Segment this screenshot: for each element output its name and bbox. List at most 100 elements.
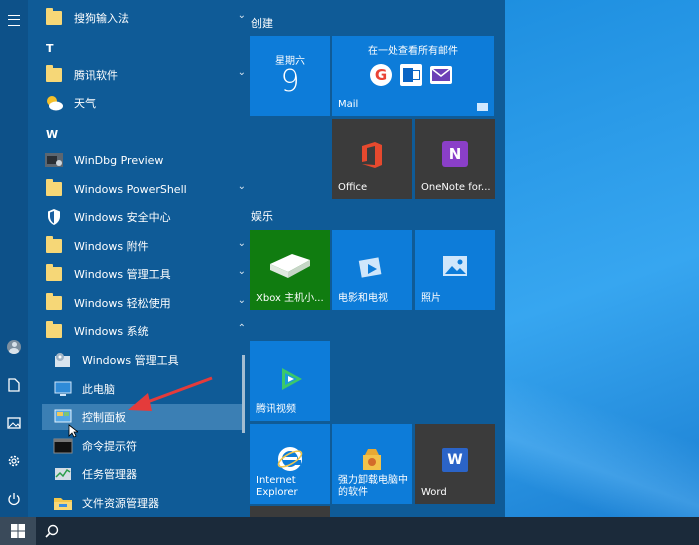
chevron-down-icon: ⌄	[237, 266, 246, 277]
search-button[interactable]	[36, 517, 68, 545]
tile-mail[interactable]: 在一处查看所有邮件 G Mail	[332, 36, 494, 116]
task-manager-icon	[52, 463, 74, 485]
start-button[interactable]	[0, 517, 36, 545]
tile-label: Xbox 主机小...	[256, 293, 324, 304]
documents-button[interactable]	[0, 371, 28, 399]
app-label: 控制面板	[82, 411, 126, 424]
xbox-console-icon	[270, 254, 310, 278]
app-label: Windows 管理工具	[82, 354, 179, 367]
tile-internet-explorer[interactable]: Internet Explorer	[250, 424, 330, 504]
tile-label: 电影和电视	[338, 293, 388, 304]
computer-icon	[52, 378, 74, 400]
tile-label: Word	[421, 487, 447, 498]
sub-file-explorer[interactable]: 文件资源管理器	[42, 490, 242, 516]
tile-word[interactable]: W Word	[415, 424, 495, 504]
app-label: 搜狗输入法	[74, 12, 129, 25]
folder-icon	[44, 293, 64, 313]
folder-icon	[44, 179, 64, 199]
app-sogou[interactable]: 搜狗输入法 ⌄	[42, 5, 260, 31]
google-icon: G	[370, 64, 392, 86]
uninstaller-icon	[363, 449, 381, 470]
desktop-wallpaper	[505, 0, 699, 520]
mail-badge-icon	[477, 103, 488, 111]
shield-icon	[44, 207, 64, 227]
taskbar	[0, 517, 699, 545]
tile-label: 照片	[421, 293, 441, 304]
app-admin-tools[interactable]: Windows 管理工具 ⌄	[42, 261, 260, 287]
tile-tencent-video[interactable]: 腾讯视频	[250, 341, 330, 421]
folder-icon	[44, 65, 64, 85]
section-letter-w[interactable]: W	[46, 128, 58, 141]
settings-button[interactable]	[0, 447, 28, 475]
folder-icon	[44, 264, 64, 284]
file-explorer-icon	[52, 492, 74, 514]
calendar-date: 9	[280, 64, 300, 99]
outlook-icon	[400, 64, 422, 86]
sub-this-pc[interactable]: 此电脑	[42, 376, 242, 402]
app-label: Windows 附件	[74, 240, 149, 253]
mouse-cursor-icon	[68, 424, 78, 438]
windows-logo-icon	[11, 524, 25, 538]
tile-calendar[interactable]: 星期六 9	[250, 36, 330, 116]
tile-onenote[interactable]: N OneNote for...	[415, 119, 495, 199]
tile-label: OneNote for...	[421, 182, 491, 193]
app-tencent[interactable]: 腾讯软件 ⌄	[42, 62, 260, 88]
section-letter-t[interactable]: T	[46, 42, 54, 55]
search-icon	[45, 524, 59, 538]
app-windows-system[interactable]: Windows 系统 ⌃	[42, 318, 260, 344]
folder-icon	[44, 8, 64, 28]
folder-icon	[44, 236, 64, 256]
word-icon: W	[442, 448, 468, 472]
tile-xbox[interactable]: Xbox 主机小...	[250, 230, 330, 310]
mail-header: 在一处查看所有邮件	[368, 46, 458, 57]
tile-group-entertainment-title[interactable]: 娱乐	[251, 208, 273, 224]
power-button[interactable]	[0, 485, 28, 513]
sub-task-manager[interactable]: 任务管理器	[42, 461, 242, 487]
chevron-down-icon: ⌄	[237, 67, 246, 78]
start-rail	[0, 0, 28, 517]
app-weather[interactable]: 天气	[42, 90, 260, 116]
photos-icon	[443, 256, 467, 276]
tencent-video-icon	[282, 368, 302, 390]
chevron-down-icon: ⌄	[237, 181, 246, 192]
app-label: 命令提示符	[82, 440, 137, 453]
mail-envelope-icon	[430, 66, 452, 84]
hamburger-menu-button[interactable]	[0, 6, 28, 34]
app-label: WinDbg Preview	[74, 153, 164, 167]
chevron-up-icon: ⌃	[237, 323, 246, 334]
tile-group-create-title[interactable]: 创建	[251, 15, 273, 31]
internet-explorer-icon	[277, 447, 303, 471]
tile-uninstaller[interactable]: 强力卸载电脑中 的软件	[332, 424, 412, 504]
app-accessories[interactable]: Windows 附件 ⌄	[42, 233, 260, 259]
app-label: Windows 系统	[74, 325, 149, 338]
folder-icon	[44, 321, 64, 341]
app-powershell[interactable]: Windows PowerShell ⌄	[42, 176, 260, 202]
power-icon	[8, 493, 20, 506]
app-label: 天气	[74, 97, 96, 110]
chevron-down-icon: ⌄	[237, 10, 246, 21]
user-icon	[7, 340, 21, 354]
tile-label: 强力卸载电脑中 的软件	[338, 475, 408, 498]
gear-icon	[8, 455, 20, 467]
user-account-button[interactable]	[0, 333, 28, 361]
tile-office[interactable]: Office	[332, 119, 412, 199]
app-label: Windows 管理工具	[74, 268, 171, 281]
chevron-down-icon: ⌄	[237, 295, 246, 306]
app-label: Windows 安全中心	[74, 211, 171, 224]
tile-partial[interactable]	[250, 506, 330, 517]
document-icon	[8, 378, 20, 392]
start-menu: 搜狗输入法 ⌄ T 腾讯软件 ⌄ 天气 W WinDbg Preview Win…	[0, 0, 505, 517]
app-list-scrollbar[interactable]	[242, 355, 245, 433]
tile-label: Mail	[338, 99, 359, 110]
tile-photos[interactable]: 照片	[415, 230, 495, 310]
tile-movies[interactable]: 电影和电视	[332, 230, 412, 310]
app-label: 腾讯软件	[74, 69, 118, 82]
app-ease-of-access[interactable]: Windows 轻松使用 ⌄	[42, 290, 260, 316]
admin-tools-icon	[52, 349, 74, 371]
pictures-button[interactable]	[0, 409, 28, 437]
app-security[interactable]: Windows 安全中心	[42, 204, 260, 230]
windbg-icon	[44, 150, 64, 170]
sub-admin-tools[interactable]: Windows 管理工具	[42, 347, 242, 373]
app-windbg[interactable]: WinDbg Preview	[42, 147, 260, 173]
picture-icon	[7, 417, 21, 429]
